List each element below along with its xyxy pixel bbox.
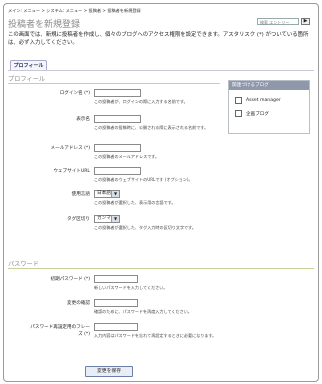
email-field[interactable] — [94, 144, 141, 152]
window: メイン: メニュー > システム: メニュー > 投稿者 > 投稿者を新規登録 … — [3, 3, 319, 382]
page-title: 投稿者を新規登録 — [8, 20, 81, 30]
login-name-field[interactable] — [94, 89, 141, 97]
tag-delimiter-help: この投稿者が選択した、タグ入力時の区切り文字です。 — [94, 225, 196, 230]
reset-phrase-field[interactable] — [94, 323, 138, 331]
blog-checkbox-row[interactable]: 企画ブログ — [235, 110, 269, 117]
website-url-label: ウェブサイトURL — [53, 169, 90, 174]
confirm-password-field[interactable] — [94, 299, 138, 307]
blog-label: Asset manager — [246, 98, 281, 103]
initial-password-help: 新しいパスワードを入力してください。 — [94, 285, 168, 290]
website-url-field[interactable] — [94, 167, 141, 175]
login-name-label: ログイン名 (*) — [59, 91, 90, 96]
profile-divider — [8, 83, 220, 84]
language-value: 日本語 — [97, 191, 111, 196]
initial-password-field[interactable] — [94, 275, 138, 283]
tag-delimiter-select[interactable]: カンマ ▼ — [94, 215, 120, 223]
language-label: 使用言語 — [71, 192, 90, 197]
email-label: メールアドレス (*) — [50, 146, 91, 151]
tag-delimiter-label: タグ区切り — [67, 217, 90, 222]
website-url-help: この投稿者のウェブサイトのURLです (オプション)。 — [94, 177, 193, 182]
reset-phrase-label: パスワード再設定用のフレーズ (*) — [30, 325, 90, 337]
search-input[interactable]: 検索 エントリー — [257, 18, 299, 25]
blog-box-heading: 関連づけるブログ — [229, 81, 309, 90]
blog-association-box: 関連づけるブログ Asset manager 企画ブログ — [228, 80, 310, 134]
email-help: この投稿者のメールアドレスです。 — [94, 154, 160, 159]
save-button[interactable]: 変更を保存 — [85, 366, 133, 377]
password-heading: パスワード — [8, 261, 39, 268]
chevron-down-icon: ▼ — [111, 216, 119, 222]
password-divider — [8, 268, 314, 269]
confirm-password-label: 変更の確認 — [67, 301, 90, 306]
blog-checkbox-row[interactable]: Asset manager — [235, 97, 281, 104]
display-name-field[interactable] — [94, 115, 141, 123]
chevron-down-icon: ▼ — [111, 191, 119, 197]
search-button[interactable]: ▶ — [301, 18, 310, 25]
checkbox[interactable] — [235, 97, 242, 104]
tag-delimiter-value: カンマ — [97, 216, 111, 221]
login-name-help: この投稿者が、ログインの際に入力する名前です。 — [94, 99, 188, 104]
confirm-password-help: 確認のために、パスワードを再度入力してください。 — [94, 309, 192, 314]
display-name-help: この投稿者の投稿時に、公開される際に表示される名前です。 — [94, 125, 209, 130]
checkbox[interactable] — [235, 110, 242, 117]
profile-heading: プロフィール — [8, 76, 46, 83]
blog-label: 企画ブログ — [246, 111, 269, 117]
initial-password-label: 初期パスワード (*) — [50, 277, 91, 282]
language-select[interactable]: 日本語 ▼ — [94, 190, 120, 198]
reset-phrase-help: 入力内容はパスワードを忘れて再設定するときに必要になります。 — [94, 333, 217, 338]
intro-text: この画面では、新規に投稿者を作成し、個々のブログへのアクセス権限を設定できます。… — [8, 32, 309, 46]
language-help: この投稿者が選択した、表示用の言語です。 — [94, 200, 176, 205]
display-name-label: 表示名 — [76, 117, 90, 122]
tab-divider — [8, 70, 314, 71]
breadcrumb[interactable]: メイン: メニュー > システム: メニュー > 投稿者 > 投稿者を新規登録 — [8, 8, 141, 14]
